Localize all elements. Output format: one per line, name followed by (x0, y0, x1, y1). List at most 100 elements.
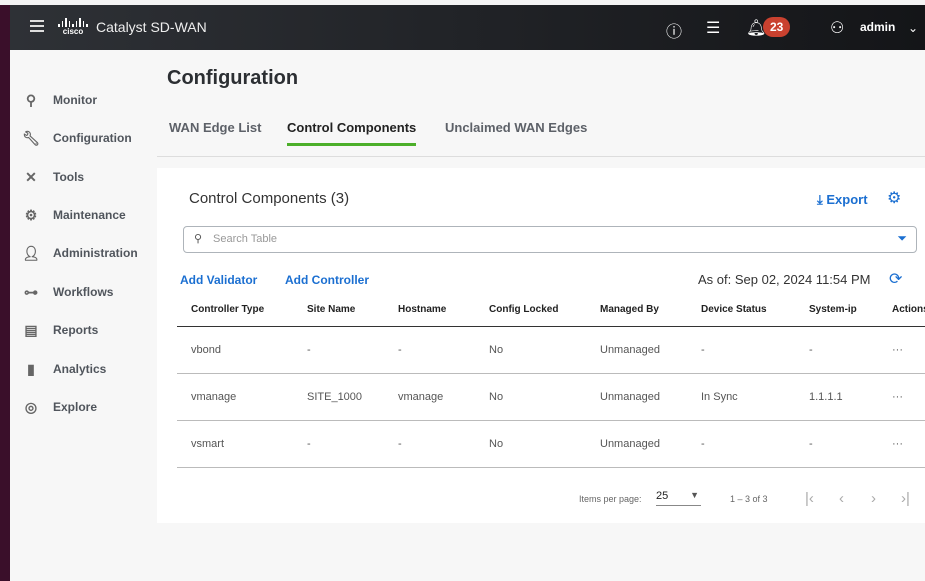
filter-icon[interactable]: ⏷ (897, 231, 907, 246)
cell: - (687, 326, 795, 374)
cell: vsmart (177, 420, 293, 468)
analytics-icon: ▮ (27, 361, 35, 377)
help-icon[interactable]: ⓘ (666, 18, 682, 42)
monitor-icon: ⚲ (25, 92, 37, 108)
search-icon: ⚲ (194, 233, 203, 245)
column-header[interactable]: Controller Type (177, 294, 293, 327)
sidebar: ⚲ Monitor 🔧︎ Configuration ✕ Tools ⚙ Mainten… (10, 50, 157, 581)
maintenance-icon: ⚙ (24, 207, 38, 223)
nav-label: Monitor (53, 93, 97, 107)
column-header[interactable]: Hostname (384, 294, 475, 327)
nav-label: Reports (53, 323, 99, 337)
page-title: Configuration (167, 67, 299, 89)
search-input[interactable]: ⚲ Search Table ⏷ (183, 226, 917, 253)
gear-icon[interactable]: ⚙ (887, 188, 901, 208)
sidebar-item-maintenance[interactable]: ⚙ Maintenance (22, 207, 126, 223)
export-label: Export (826, 192, 868, 207)
cell: vmanage (177, 373, 293, 421)
cisco-logo: cisco (58, 17, 88, 37)
sidebar-item-tools[interactable]: ✕ Tools (22, 169, 84, 185)
sidebar-item-explore[interactable]: ◎ Explore (22, 399, 97, 415)
nav-label: Maintenance (53, 208, 126, 222)
add-validator-button[interactable]: Add Validator (180, 273, 257, 287)
items-per-page-select[interactable]: 25 ▼ (656, 490, 701, 506)
nav-label: Administration (53, 246, 138, 260)
first-page-icon[interactable]: |‹ (805, 490, 814, 507)
cell: - (293, 326, 384, 374)
cell: - (293, 420, 384, 468)
tab-divider (157, 156, 925, 157)
tab-wan-edge-list[interactable]: WAN Edge List (169, 120, 261, 135)
column-header[interactable]: Device Status (687, 294, 795, 327)
card-title: Control Components (3) (189, 190, 350, 207)
cell: Unmanaged (586, 420, 687, 468)
next-page-icon[interactable]: › (871, 490, 876, 507)
add-controller-button[interactable]: Add Controller (285, 273, 369, 287)
cell: - (687, 420, 795, 468)
refresh-icon[interactable]: ⟳ (889, 269, 902, 289)
user-menu[interactable]: admin (860, 20, 895, 34)
sidebar-item-reports[interactable]: ▤ Reports (22, 322, 98, 338)
nav-label: Configuration (53, 131, 132, 145)
cell: Unmanaged (586, 326, 687, 374)
column-header[interactable]: Config Locked (475, 294, 586, 327)
tab-control-components[interactable]: Control Components (287, 120, 417, 146)
tab-unclaimed-wan-edges[interactable]: Unclaimed WAN Edges (445, 120, 587, 135)
column-header[interactable]: Managed By (586, 294, 687, 327)
sidebar-item-analytics[interactable]: ▮ Analytics (22, 361, 106, 377)
nav-label: Explore (53, 400, 98, 414)
wrench-icon: 🔧︎ (22, 130, 40, 146)
table-row: vmanage SITE_1000 vmanage No Unmanaged In Syn… (177, 373, 925, 421)
nav-label: Analytics (53, 362, 107, 376)
menu-icon[interactable] (30, 20, 44, 32)
report-icon: ▤ (24, 322, 38, 338)
cell: No (475, 326, 586, 374)
notification-badge[interactable]: 23 (763, 17, 791, 37)
table-header-row: Controller Type Site Name Hostname Confi… (177, 294, 925, 327)
items-per-page-value: 25 (656, 490, 669, 502)
export-button[interactable]: ⤓ Export (817, 192, 868, 208)
cell: Unmanaged (586, 373, 687, 421)
cell: 1.1.1.1 (795, 373, 878, 421)
sidebar-item-workflows[interactable]: ⊶ Workflows (22, 284, 113, 300)
cell: SITE_1000 (293, 373, 384, 421)
search-placeholder: Search Table (213, 233, 278, 245)
user-icon[interactable]: ⚇ (830, 18, 844, 38)
sidebar-item-administration[interactable]: 👤︎ Administration (22, 245, 138, 261)
cell: - (795, 420, 878, 468)
cell: - (384, 420, 475, 468)
nav-label: Workflows (53, 285, 114, 299)
last-page-icon[interactable]: ›| (901, 490, 910, 507)
sidebar-item-configuration[interactable]: 🔧︎ Configuration (22, 130, 132, 146)
download-icon: ⤓ (817, 192, 827, 207)
controllers-table: Controller Type Site Name Hostname Confi… (177, 294, 925, 468)
more-actions-icon[interactable]: ··· (878, 420, 925, 468)
previous-page-icon[interactable]: ‹ (839, 490, 844, 507)
items-per-page-label: Items per page: (579, 494, 642, 504)
top-bar: cisco Catalyst SD-WAN ⓘ ☰ 🔔︎ 23 ⚇ admin … (10, 5, 925, 50)
app-title: Catalyst SD-WAN (96, 19, 207, 35)
cell: - (384, 326, 475, 374)
task-list-icon[interactable]: ☰ (706, 18, 720, 38)
sidebar-item-monitor[interactable]: ⚲ Monitor (22, 92, 97, 108)
tools-icon: ✕ (25, 169, 37, 185)
app-window: cisco Catalyst SD-WAN ⓘ ☰ 🔔︎ 23 ⚇ admin … (10, 5, 925, 581)
compass-icon: ◎ (24, 399, 38, 415)
cell: No (475, 373, 586, 421)
column-header: Actions (878, 294, 925, 327)
cell: vbond (177, 326, 293, 374)
page-range: 1 – 3 of 3 (730, 494, 768, 504)
more-actions-icon[interactable]: ··· (878, 326, 925, 374)
caret-down-icon: ▼ (690, 490, 699, 500)
nav-label: Tools (53, 170, 85, 184)
column-header[interactable]: Site Name (293, 294, 384, 327)
chevron-down-icon[interactable]: ⌄ (908, 21, 918, 35)
cell: vmanage (384, 373, 475, 421)
cell: No (475, 420, 586, 468)
table-row: vsmart - - No Unmanaged - - ··· (177, 420, 925, 468)
workflow-icon: ⊶ (24, 284, 38, 300)
column-header[interactable]: System-ip (795, 294, 878, 327)
as-of-timestamp: As of: Sep 02, 2024 11:54 PM (698, 272, 871, 287)
control-components-card: Control Components (3) ⤓ Export ⚙ ⚲ Searc… (157, 168, 925, 523)
more-actions-icon[interactable]: ··· (878, 373, 925, 421)
